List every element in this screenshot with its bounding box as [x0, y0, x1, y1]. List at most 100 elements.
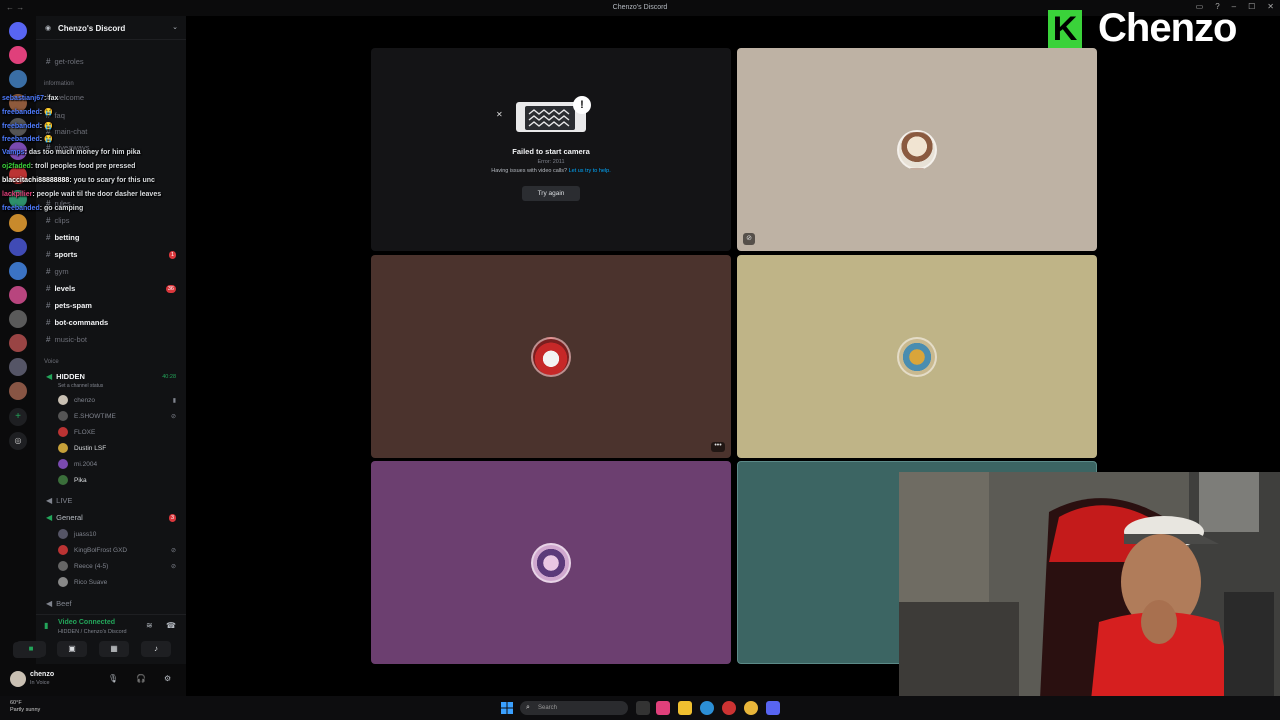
voice-user[interactable]: mi.2004 [58, 458, 182, 472]
windows-start-icon[interactable] [500, 701, 514, 715]
chat-message: freebanded: go camping [2, 205, 84, 212]
server-icon[interactable] [9, 334, 27, 352]
participant-tile[interactable]: ⊘ [737, 48, 1097, 251]
chat-username: freebanded [2, 109, 40, 116]
channel-bot-commands[interactable]: # bot-commands [46, 316, 182, 330]
discord-icon[interactable] [766, 701, 780, 715]
participant-tile[interactable]: ••• [371, 255, 731, 458]
participant-tile[interactable] [737, 255, 1097, 458]
category-information[interactable]: information [44, 81, 74, 87]
server-name: Chenzo's Discord [58, 24, 126, 33]
task-view-icon[interactable] [636, 701, 650, 715]
server-icon[interactable] [9, 382, 27, 400]
server-icon[interactable] [9, 286, 27, 304]
voice-status[interactable]: Video Connected [58, 619, 115, 626]
channel-sports[interactable]: # sports 1 [46, 248, 182, 262]
voice-channel-beef[interactable]: ◀ Beef [46, 597, 182, 611]
chat-message: blaccitachi88888888: you to scary for th… [2, 177, 155, 184]
avatar [58, 529, 68, 540]
channel-clips[interactable]: # clips [46, 214, 182, 228]
voice-user[interactable]: KingBolFrost GXD ⊘ [58, 544, 182, 558]
headphones-icon[interactable]: 🎧 [136, 674, 146, 683]
channel-levels[interactable]: # levels 36 [46, 282, 182, 296]
chrome-icon[interactable] [744, 701, 758, 715]
avatar [531, 543, 571, 583]
settings-gear-icon[interactable]: ⚙ [164, 674, 171, 683]
file-explorer-icon[interactable] [678, 701, 692, 715]
chat-username: lackpilier [2, 191, 33, 198]
camera-button[interactable]: ■ [16, 641, 46, 657]
self-video-tile[interactable]: ✕ ! Failed to start camera Error: 2011 H… [371, 48, 731, 251]
server-icon[interactable] [9, 46, 27, 64]
app-icon[interactable] [722, 701, 736, 715]
activities-button[interactable]: ▦ [99, 641, 129, 657]
voice-channel-hidden[interactable]: ◀ HIDDEN 40:28 [46, 370, 182, 384]
server-icon[interactable] [9, 262, 27, 280]
voice-user[interactable]: FLOXE [58, 426, 182, 440]
participant-tile[interactable] [371, 461, 731, 664]
server-icon[interactable] [9, 358, 27, 376]
server-header[interactable]: ◉ Chenzo's Discord ⌄ [36, 16, 186, 40]
server-icon[interactable] [9, 70, 27, 88]
avatar [58, 395, 68, 406]
chat-message: Vamps: das too much money for him pika [2, 149, 141, 156]
voice-user[interactable]: Dustin LSF [58, 442, 182, 456]
channel-betting[interactable]: # betting [46, 231, 182, 245]
user-tag: LSF [94, 445, 107, 452]
warning-icon: ! [573, 96, 591, 114]
screen-share-button[interactable]: ▣ [57, 641, 87, 657]
close-icon[interactable]: ✕ [496, 110, 503, 119]
voice-user[interactable]: E.SHOWTIME ⊘ [58, 410, 182, 424]
more-options-icon[interactable]: ••• [711, 442, 725, 452]
soundboard-button[interactable]: ♪ [141, 641, 171, 657]
discover-icon[interactable]: ◎ [9, 432, 27, 450]
channel-gym[interactable]: # gym [46, 265, 182, 279]
server-icon[interactable] [9, 238, 27, 256]
voice-user[interactable]: Reece (4-5) ⊘ [58, 560, 182, 574]
voice-user[interactable]: chenzo ▮ [58, 394, 182, 408]
microphone-icon[interactable]: 🎙 [108, 674, 118, 683]
speaker-icon: ◀ [46, 513, 53, 522]
channel-status-prompt[interactable]: Set a channel status [58, 383, 103, 389]
edge-browser-icon[interactable] [700, 701, 714, 715]
server-icon[interactable] [9, 214, 27, 232]
hash-icon: # [46, 250, 51, 259]
camera-error-title: Failed to start camera [512, 147, 590, 156]
voice-channel-live[interactable]: ◀ LIVE [46, 494, 182, 508]
voice-user[interactable]: Rico Suave [58, 576, 182, 590]
hash-icon: # [46, 267, 51, 276]
voice-location[interactable]: HIDDEN / Chenzo's Discord [58, 629, 127, 635]
channel-music-bot[interactable]: # music-bot [46, 333, 182, 347]
channel-pets-spam[interactable]: # pets-spam [46, 299, 182, 313]
muted-icon: ⊘ [170, 548, 176, 554]
hash-icon: # [46, 318, 51, 327]
weather-widget[interactable]: 60°F Partly sunny [10, 700, 40, 714]
voice-channel-general[interactable]: ◀ General 3 [46, 511, 182, 525]
muted-icon: ⊘ [170, 564, 176, 570]
chat-username: blaccitachi88888888 [2, 177, 70, 184]
server-icon[interactable] [9, 310, 27, 328]
noise-suppression-icon[interactable]: ≋ [146, 621, 153, 630]
help-link[interactable]: Let us try to help. [569, 168, 611, 174]
chat-username: sebastianj67 [2, 95, 45, 102]
add-server-icon[interactable]: + [9, 408, 27, 426]
category-voice[interactable]: Voice [44, 359, 59, 365]
app-icon[interactable] [656, 701, 670, 715]
chat-username: freebanded [2, 123, 40, 130]
try-again-button[interactable]: Try again [522, 186, 580, 201]
chat-message: lackpilier: people wait til the door das… [2, 191, 162, 198]
channel-get-roles[interactable]: # get-roles [46, 55, 182, 69]
username[interactable]: chenzo [30, 671, 54, 678]
direct-messages-icon[interactable] [9, 22, 27, 40]
avatar [58, 577, 68, 588]
voice-user[interactable]: Pika [58, 474, 182, 488]
unread-badge: 3 [168, 514, 176, 522]
chevron-down-icon[interactable]: ⌄ [172, 23, 178, 31]
disconnect-icon[interactable]: ☎ [166, 621, 176, 630]
taskbar-search[interactable]: ⌕ Search [520, 701, 628, 715]
hash-icon: # [46, 57, 51, 66]
connection-signal-icon[interactable]: ▮ [44, 621, 48, 630]
chat-username: Vamps [2, 149, 25, 156]
voice-user[interactable]: juass10 [58, 528, 182, 542]
avatar[interactable] [10, 671, 26, 687]
